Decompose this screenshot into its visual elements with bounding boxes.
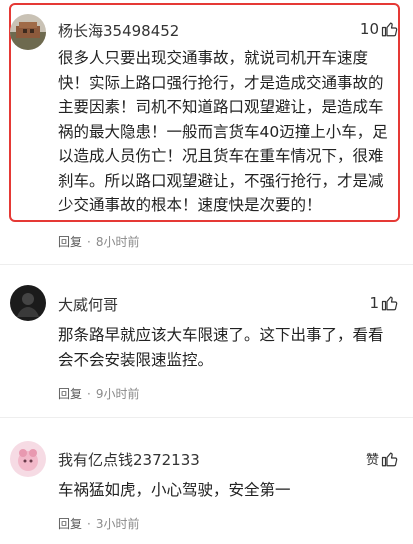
comment-time: 3小时前 bbox=[95, 517, 140, 531]
comment-divider bbox=[0, 417, 413, 418]
like-count: 赞 bbox=[365, 453, 379, 468]
thumbs-up-icon bbox=[381, 450, 399, 468]
like-count: 10 bbox=[359, 20, 379, 38]
comment-text: 车祸猛如虎，小心驾驶，安全第一 bbox=[58, 481, 291, 499]
comment-text: 很多人只要出现交通事故，就说司机开车速度快！实际上路口强行抢行，才是造成交通事故… bbox=[58, 49, 388, 214]
avatar[interactable] bbox=[10, 441, 46, 477]
comment-meta: 回复 · 3小时前 bbox=[58, 515, 139, 532]
reply-button[interactable]: 回复 bbox=[58, 235, 82, 249]
comment-meta: 回复 · 9小时前 bbox=[58, 385, 139, 402]
like-button[interactable]: 1 bbox=[369, 294, 399, 312]
like-count: 1 bbox=[369, 294, 379, 312]
comment-time: 8小时前 bbox=[95, 235, 140, 249]
meta-separator: · bbox=[87, 235, 91, 249]
username[interactable]: 我有亿点钱2372133 bbox=[58, 449, 200, 470]
thumbs-up-icon bbox=[381, 294, 399, 312]
comment-meta: 回复 · 8小时前 bbox=[58, 233, 139, 250]
comment-divider bbox=[0, 264, 413, 265]
comment-text: 那条路早就应该大车限速了。这下出事了，看看会不会安装限速监控。 bbox=[58, 326, 384, 369]
username[interactable]: 大威何哥 bbox=[58, 294, 118, 315]
meta-separator: · bbox=[87, 517, 91, 531]
meta-separator: · bbox=[87, 387, 91, 401]
avatar[interactable] bbox=[10, 285, 46, 321]
reply-button[interactable]: 回复 bbox=[58, 517, 82, 531]
avatar[interactable] bbox=[10, 14, 46, 50]
comment-time: 9小时前 bbox=[95, 387, 140, 401]
reply-button[interactable]: 回复 bbox=[58, 387, 82, 401]
thumbs-up-icon bbox=[381, 20, 399, 38]
like-button[interactable]: 10 bbox=[360, 20, 399, 38]
username[interactable]: 杨长海35498452 bbox=[58, 20, 179, 41]
like-button[interactable]: 赞 bbox=[366, 449, 399, 468]
